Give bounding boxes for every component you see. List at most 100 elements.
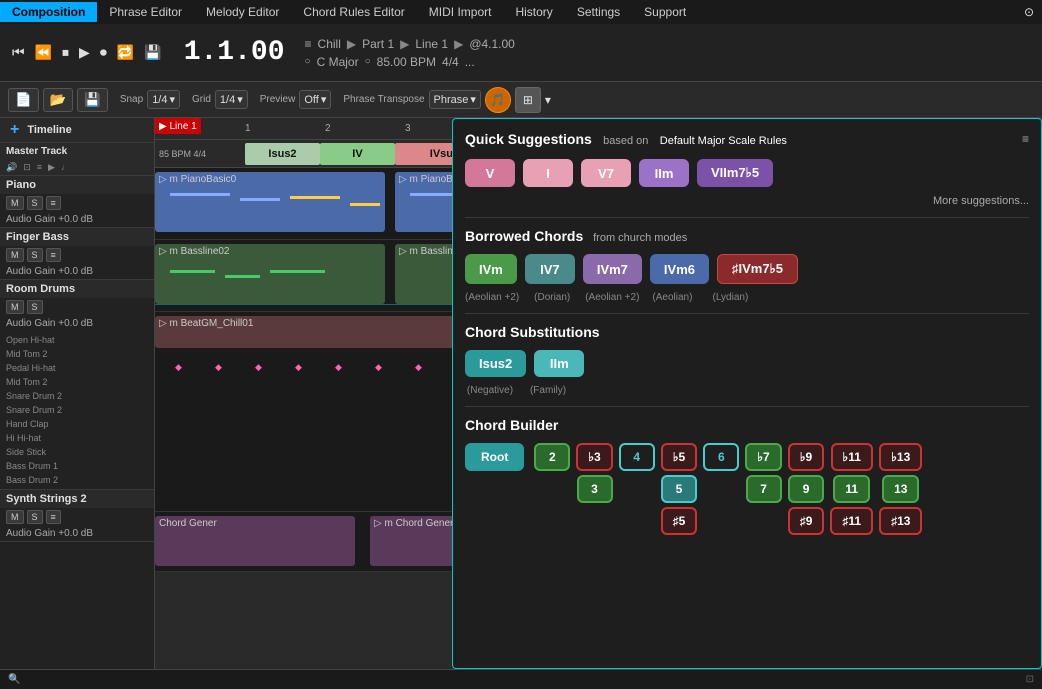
sub-chord-Isus2[interactable]: Isus2 [465,350,526,377]
borrowed-label-4: (Lydian) [705,292,755,303]
more-suggestions-link[interactable]: More suggestions... [465,195,1029,207]
new-file-btn[interactable]: 📄 [8,88,39,112]
quick-chord-IIm[interactable]: IIm [639,159,689,187]
builder-6[interactable]: 6 [703,443,739,471]
transport-loop[interactable]: 🔁 [115,42,136,63]
builder-b5[interactable]: ♭5 [661,443,697,471]
grid-select[interactable]: 1/4 ▾ [215,90,248,109]
quick-chord-I[interactable]: I [523,159,573,187]
chord-iv[interactable]: IV [320,143,395,165]
master-track-icon-pan[interactable]: ⊡ [23,162,31,173]
builder-5[interactable]: 5 [661,475,697,503]
save-file-btn[interactable]: 💾 [77,88,108,112]
timeline-add-btn[interactable]: + [6,121,23,139]
nav-tab-chord-rules[interactable]: Chord Rules Editor [291,2,416,22]
builder-4[interactable]: 4 [619,443,655,471]
key-radio[interactable]: ○ [305,56,311,67]
toolbar: 📄 📂 💾 Snap 1/4 ▾ Grid 1/4 ▾ Preview Off … [0,82,1042,118]
transport-rew[interactable]: ⏪ [33,42,54,63]
nav-tab-settings[interactable]: Settings [565,2,632,22]
nav-tab-history[interactable]: History [503,2,564,22]
borrowed-sIVm7b5[interactable]: ♯IVm7♭5 [717,254,798,284]
piano-menu-btn[interactable]: ≡ [46,196,61,210]
sub-chord-IIm[interactable]: IIm [534,350,584,377]
builder-11[interactable]: 11 [833,475,870,503]
quick-chord-V7[interactable]: V7 [581,159,631,187]
borrowed-IVm6[interactable]: IVm6 [650,254,709,284]
builder-b9[interactable]: ♭9 [788,443,824,471]
synth-menu-btn[interactable]: ≡ [46,510,61,524]
drums-gain: Audio Gain +0.0 dB [0,316,154,331]
transport-play[interactable]: ▶ [77,42,92,63]
transport-more[interactable]: ... [465,55,475,69]
search-icon[interactable]: 🔍 [8,674,20,685]
transport-prev[interactable]: ⏮ [10,42,27,63]
builder-b7[interactable]: ♭7 [745,443,781,471]
builder-s5[interactable]: ♯5 [661,507,698,535]
piano-solo-btn[interactable]: S [27,196,43,210]
piano-mute-btn[interactable]: M [6,196,24,210]
open-file-btn[interactable]: 📂 [43,88,74,112]
master-track-icon-eq[interactable]: ≡ [37,162,42,173]
bass-menu-btn[interactable]: ≡ [46,248,61,262]
bass-solo-btn[interactable]: S [27,248,43,262]
suggestions-menu-icon[interactable]: ≡ [1022,132,1029,146]
builder-root[interactable]: Root [465,443,524,471]
ruler-3: 3 [405,123,411,134]
builder-b13[interactable]: ♭13 [879,443,922,471]
synth-mute-btn[interactable]: M [6,510,24,524]
builder-13[interactable]: 13 [882,475,919,503]
drums-solo-btn[interactable]: S [27,300,43,314]
substitution-labels-row: (Negative) (Family) [465,385,1029,396]
borrowed-IV7[interactable]: IV7 [525,254,575,284]
phrase-transpose-select[interactable]: Phrase ▾ [429,90,481,109]
transport-record[interactable]: ⏺ [98,42,109,63]
transport-save[interactable]: 💾 [142,42,163,63]
borrowed-labels-row: (Aeolian +2) (Dorian) (Aeolian +2) (Aeol… [465,292,1029,303]
transport-key: C Major [317,55,359,69]
builder-s11[interactable]: ♯11 [830,507,873,535]
top-nav: Composition Phrase Editor Melody Editor … [0,0,1042,24]
quick-chord-VIIm7b5[interactable]: VIIm7♭5 [697,159,773,187]
master-track-icon-midi[interactable]: ♩ [61,162,70,173]
builder-s13[interactable]: ♯13 [879,507,922,535]
snap-select[interactable]: 1/4 ▾ [147,90,180,109]
bpm-radio[interactable]: ○ [365,56,371,67]
borrowed-label-3: (Aeolian) [647,292,697,303]
synth-clip-1[interactable]: Chord Gener [155,516,355,566]
transport-time: 1.1.00 [184,37,285,68]
master-track-icon-fx[interactable]: ▶ [48,162,55,173]
nav-tab-composition[interactable]: Composition [0,2,97,22]
nav-tab-melody-editor[interactable]: Melody Editor [194,2,291,22]
borrowed-IVm7[interactable]: IVm7 [583,254,642,284]
snap-group: Snap 1/4 ▾ [120,90,180,109]
synth-solo-btn[interactable]: S [27,510,43,524]
timeline-label: Timeline [27,124,71,136]
bass-mute-btn[interactable]: M [6,248,24,262]
phrase-resize-btn[interactable]: ⊞ [515,87,541,113]
preview-select[interactable]: Off ▾ [299,90,331,109]
chord-isus2[interactable]: Isus2 [245,143,320,165]
builder-9[interactable]: 9 [788,475,824,503]
builder-3[interactable]: 3 [577,475,613,503]
builder-s9[interactable]: ♯9 [788,507,825,535]
borrowed-label-2: (Aeolian +2) [585,292,639,303]
nav-tab-phrase-editor[interactable]: Phrase Editor [97,2,194,22]
borrowed-IVm[interactable]: IVm [465,254,517,284]
bottom-right-icon: ⊡ [1026,674,1034,685]
sub-label-0: (Negative) [465,385,515,396]
drums-sub-midtom2b: Mid Tom 2 [6,375,148,389]
nav-tab-support[interactable]: Support [632,2,698,22]
builder-7[interactable]: 7 [746,475,782,503]
drums-mute-btn[interactable]: M [6,300,24,314]
nav-tab-midi-import[interactable]: MIDI Import [417,2,504,22]
transport-stop[interactable]: ⏹ [60,42,71,63]
master-track-icon-volume[interactable]: 🔊 [6,162,17,173]
quick-chord-V[interactable]: V [465,159,515,187]
ruler-2: 2 [325,123,331,134]
builder-2[interactable]: 2 [534,443,570,471]
phrase-transpose-up[interactable]: 🎵 [485,87,511,113]
builder-b3[interactable]: ♭3 [576,443,612,471]
drums-sub-sidestick: Side Stick [6,445,148,459]
builder-b11[interactable]: ♭11 [831,443,873,471]
